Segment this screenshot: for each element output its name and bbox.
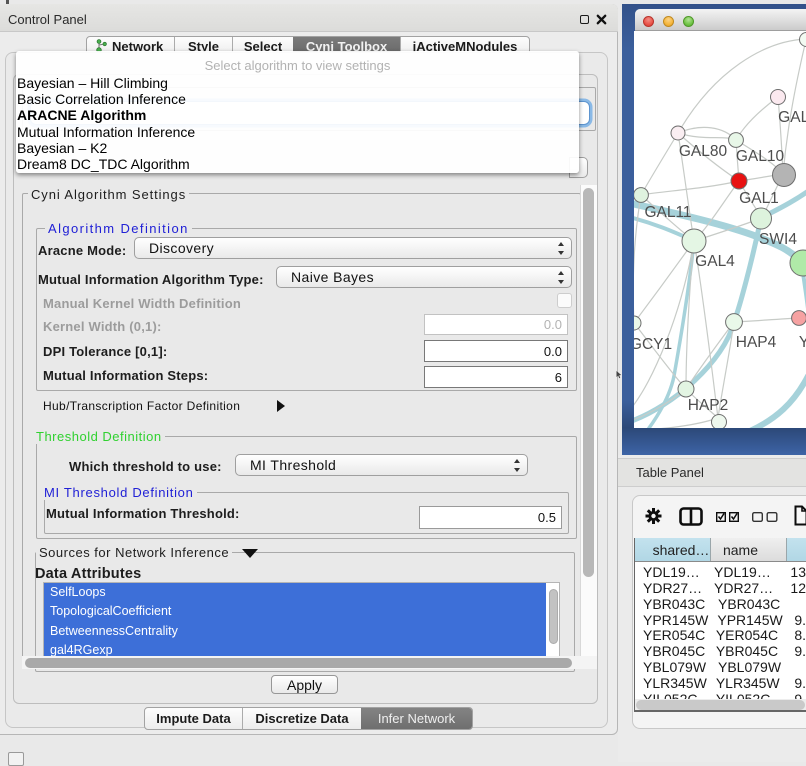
svg-text:HAP4: HAP4 <box>736 334 777 351</box>
svg-text:GAL1: GAL1 <box>739 190 779 207</box>
svg-text:GAL2: GAL2 <box>778 109 806 126</box>
svg-text:Y: Y <box>799 334 806 351</box>
svg-text:GAL80: GAL80 <box>679 143 728 160</box>
svg-text:GAL11: GAL11 <box>644 204 691 221</box>
svg-text:GAL10: GAL10 <box>736 148 785 165</box>
svg-text:GCY1: GCY1 <box>634 336 672 353</box>
svg-text:SWI4: SWI4 <box>759 231 797 248</box>
svg-text:HAP2: HAP2 <box>688 397 729 414</box>
svg-text:GAL4: GAL4 <box>695 253 735 270</box>
